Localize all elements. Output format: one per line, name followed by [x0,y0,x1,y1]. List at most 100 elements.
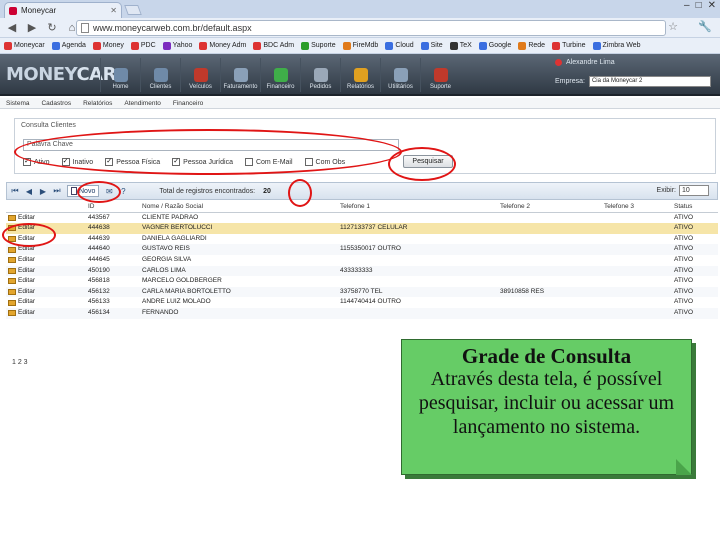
column-header[interactable]: Status [674,202,714,213]
bookmark-item[interactable]: Money Adm [199,41,247,50]
close-tab-icon[interactable]: ✕ [110,6,117,15]
menu-item[interactable]: Cadastros [41,100,71,107]
nav-item[interactable]: Faturamento [220,58,260,92]
cell-tel1: 1127133737 CELULAR [340,224,408,232]
nav-item[interactable]: Utilitários [380,58,420,92]
nav-item[interactable]: Veículos [180,58,220,92]
nav-item[interactable]: Financeiro [260,58,300,92]
user-name[interactable]: Alexandre Lima [566,59,615,66]
browser-tab[interactable]: Moneycar ✕ [4,2,122,18]
column-header[interactable]: Telefone 1 [340,202,496,213]
bookmark-item[interactable]: FireMdb [342,41,378,50]
table-row[interactable]: Editar 444640 GUSTAVO REIS 1155350017 OUTRO… [6,244,718,255]
edit-link[interactable]: Editar [8,287,82,298]
page-size-select[interactable]: 10 [679,185,709,196]
bookmark-icon [199,41,208,50]
table-row[interactable]: Editar 456132 CARLA MARIA BORTOLETTO 337587… [6,286,718,298]
cell-tel2: 38910858 RES [500,287,545,295]
bookmark-icon [518,41,527,50]
bookmark-star-icon[interactable]: ☆ [668,20,678,33]
edit-link[interactable]: Editar [8,213,82,224]
bookmark-item[interactable]: Site [420,41,443,50]
bookmark-label: TeX [459,42,472,49]
edit-link[interactable]: Editar [8,297,82,308]
nav-item[interactable]: Pedidos [300,58,340,92]
forward-icon[interactable]: ▶ [26,21,38,34]
table-row[interactable]: Editar 444645 GEORGIA SILVA ATIVO [6,255,718,266]
next-page-icon[interactable]: ▶ [39,187,47,196]
back-icon[interactable]: ◀ [6,21,18,34]
browser-toolbar: ◀ ▶ ↻ ⌂ www.moneycarweb.com.br/default.a… [0,18,720,38]
bookmark-item[interactable]: Turbine [552,41,586,50]
window-controls: – □ ✕ [684,0,716,11]
bookmark-item[interactable]: Cloud [385,41,414,50]
bookmarks-bar: Moneycar Agenda Money PDC Yahoo Money Adm BDC … [0,38,720,54]
bookmark-item[interactable]: Agenda [51,41,86,50]
tab-title: Moneycar [21,6,57,15]
edit-link[interactable]: Editar [8,276,82,287]
bookmark-item[interactable]: Zimbra Web [592,41,641,50]
cell-status: ATIVO [674,255,694,263]
nav-label: Pedidos [309,84,332,90]
first-page-icon[interactable]: ⏮ [11,186,19,196]
cell-tel1: 433333333 [340,266,373,274]
cell-name: CLIENTE PADRAO [142,213,199,221]
close-window-icon[interactable]: ✕ [708,0,716,11]
last-page-icon[interactable]: ⏭ [53,186,61,196]
bookmark-item[interactable]: Yahoo [162,41,192,50]
app-header: MONEYCAR Home Clientes Veículos Faturamento… [0,54,720,96]
bookmark-label: Money Adm [209,42,247,49]
edit-link[interactable]: Editar [8,255,82,266]
nav-icon [233,68,248,82]
table-row[interactable]: Editar 456133 ANDRE LUIZ MOLADO 1144740414 … [6,297,718,308]
bookmark-item[interactable]: TeX [449,41,472,50]
callout-box: Grade de Consulta Através desta tela, é … [401,339,692,475]
empresa-select[interactable]: Cia da Moneycar 2 [588,76,711,87]
column-header[interactable]: Telefone 2 [500,202,600,213]
edit-link[interactable]: Editar [8,308,82,319]
table-row[interactable]: Editar 450190 CARLOS LIMA 433333333 ATIVO [6,265,718,277]
bookmark-item[interactable]: BDC Adm [253,41,294,50]
bookmark-item[interactable]: Money [92,41,124,50]
wrench-icon[interactable]: 🔧 [698,20,712,33]
cell-id: 456133 [88,298,110,306]
cell-id: 456132 [88,287,110,295]
menu-item[interactable]: Financeiro [173,100,203,107]
bookmark-item[interactable]: Google [478,41,511,50]
bookmark-item[interactable]: Moneycar [4,41,45,50]
nav-item[interactable]: Home [100,58,140,92]
menu-item[interactable]: Atendimento [124,100,161,107]
cell-tel1: 1155350017 OUTRO [340,245,401,253]
nav-label: Clientes [149,84,172,90]
table-row[interactable]: Editar 456818 MARCELO GOLDBERGER ATIVO [6,276,718,287]
reload-icon[interactable]: ↻ [46,21,58,34]
nav-item[interactable]: Relatórios [340,58,380,92]
table-row[interactable]: Editar 456134 FERNANDO ATIVO [6,307,718,319]
edit-label: Editar [18,287,35,295]
nav-label: Suporte [429,84,451,90]
bookmark-item[interactable]: Suporte [301,41,336,50]
prev-page-icon[interactable]: ◀ [25,187,33,196]
minimize-icon[interactable]: – [684,0,690,11]
table-row[interactable]: Editar 443567 CLIENTE PADRAO ATIVO [6,213,718,224]
annotation-ring-total [288,179,312,207]
pager[interactable]: 1 2 3 [12,359,28,366]
bookmark-item[interactable]: PDC [130,41,156,50]
bookmark-icon [385,41,394,50]
column-header[interactable]: ID [88,202,138,213]
page-size-control: Exibir: 10 [657,185,709,196]
column-header[interactable]: Telefone 3 [604,202,674,213]
edit-folder-icon [8,257,16,264]
table-row[interactable]: Editar 444638 VAGNER BERTOLUCCI 1127133737 … [6,223,718,234]
bookmark-item[interactable]: Rede [518,41,546,50]
new-tab-button[interactable] [124,5,142,15]
maximize-icon[interactable]: □ [696,0,702,11]
nav-item[interactable]: Clientes [140,58,180,92]
table-row[interactable]: Editar 444639 DANIELA GAGLIARDI ATIVO [6,234,718,245]
url-bar[interactable]: www.moneycarweb.com.br/default.aspx [76,20,666,36]
edit-link[interactable]: Editar [8,266,82,277]
menu-item[interactable]: Sistema [6,100,29,107]
bookmark-label: Rede [528,42,546,49]
menu-item[interactable]: Relatórios [83,100,112,107]
nav-item[interactable]: Suporte [420,58,460,92]
